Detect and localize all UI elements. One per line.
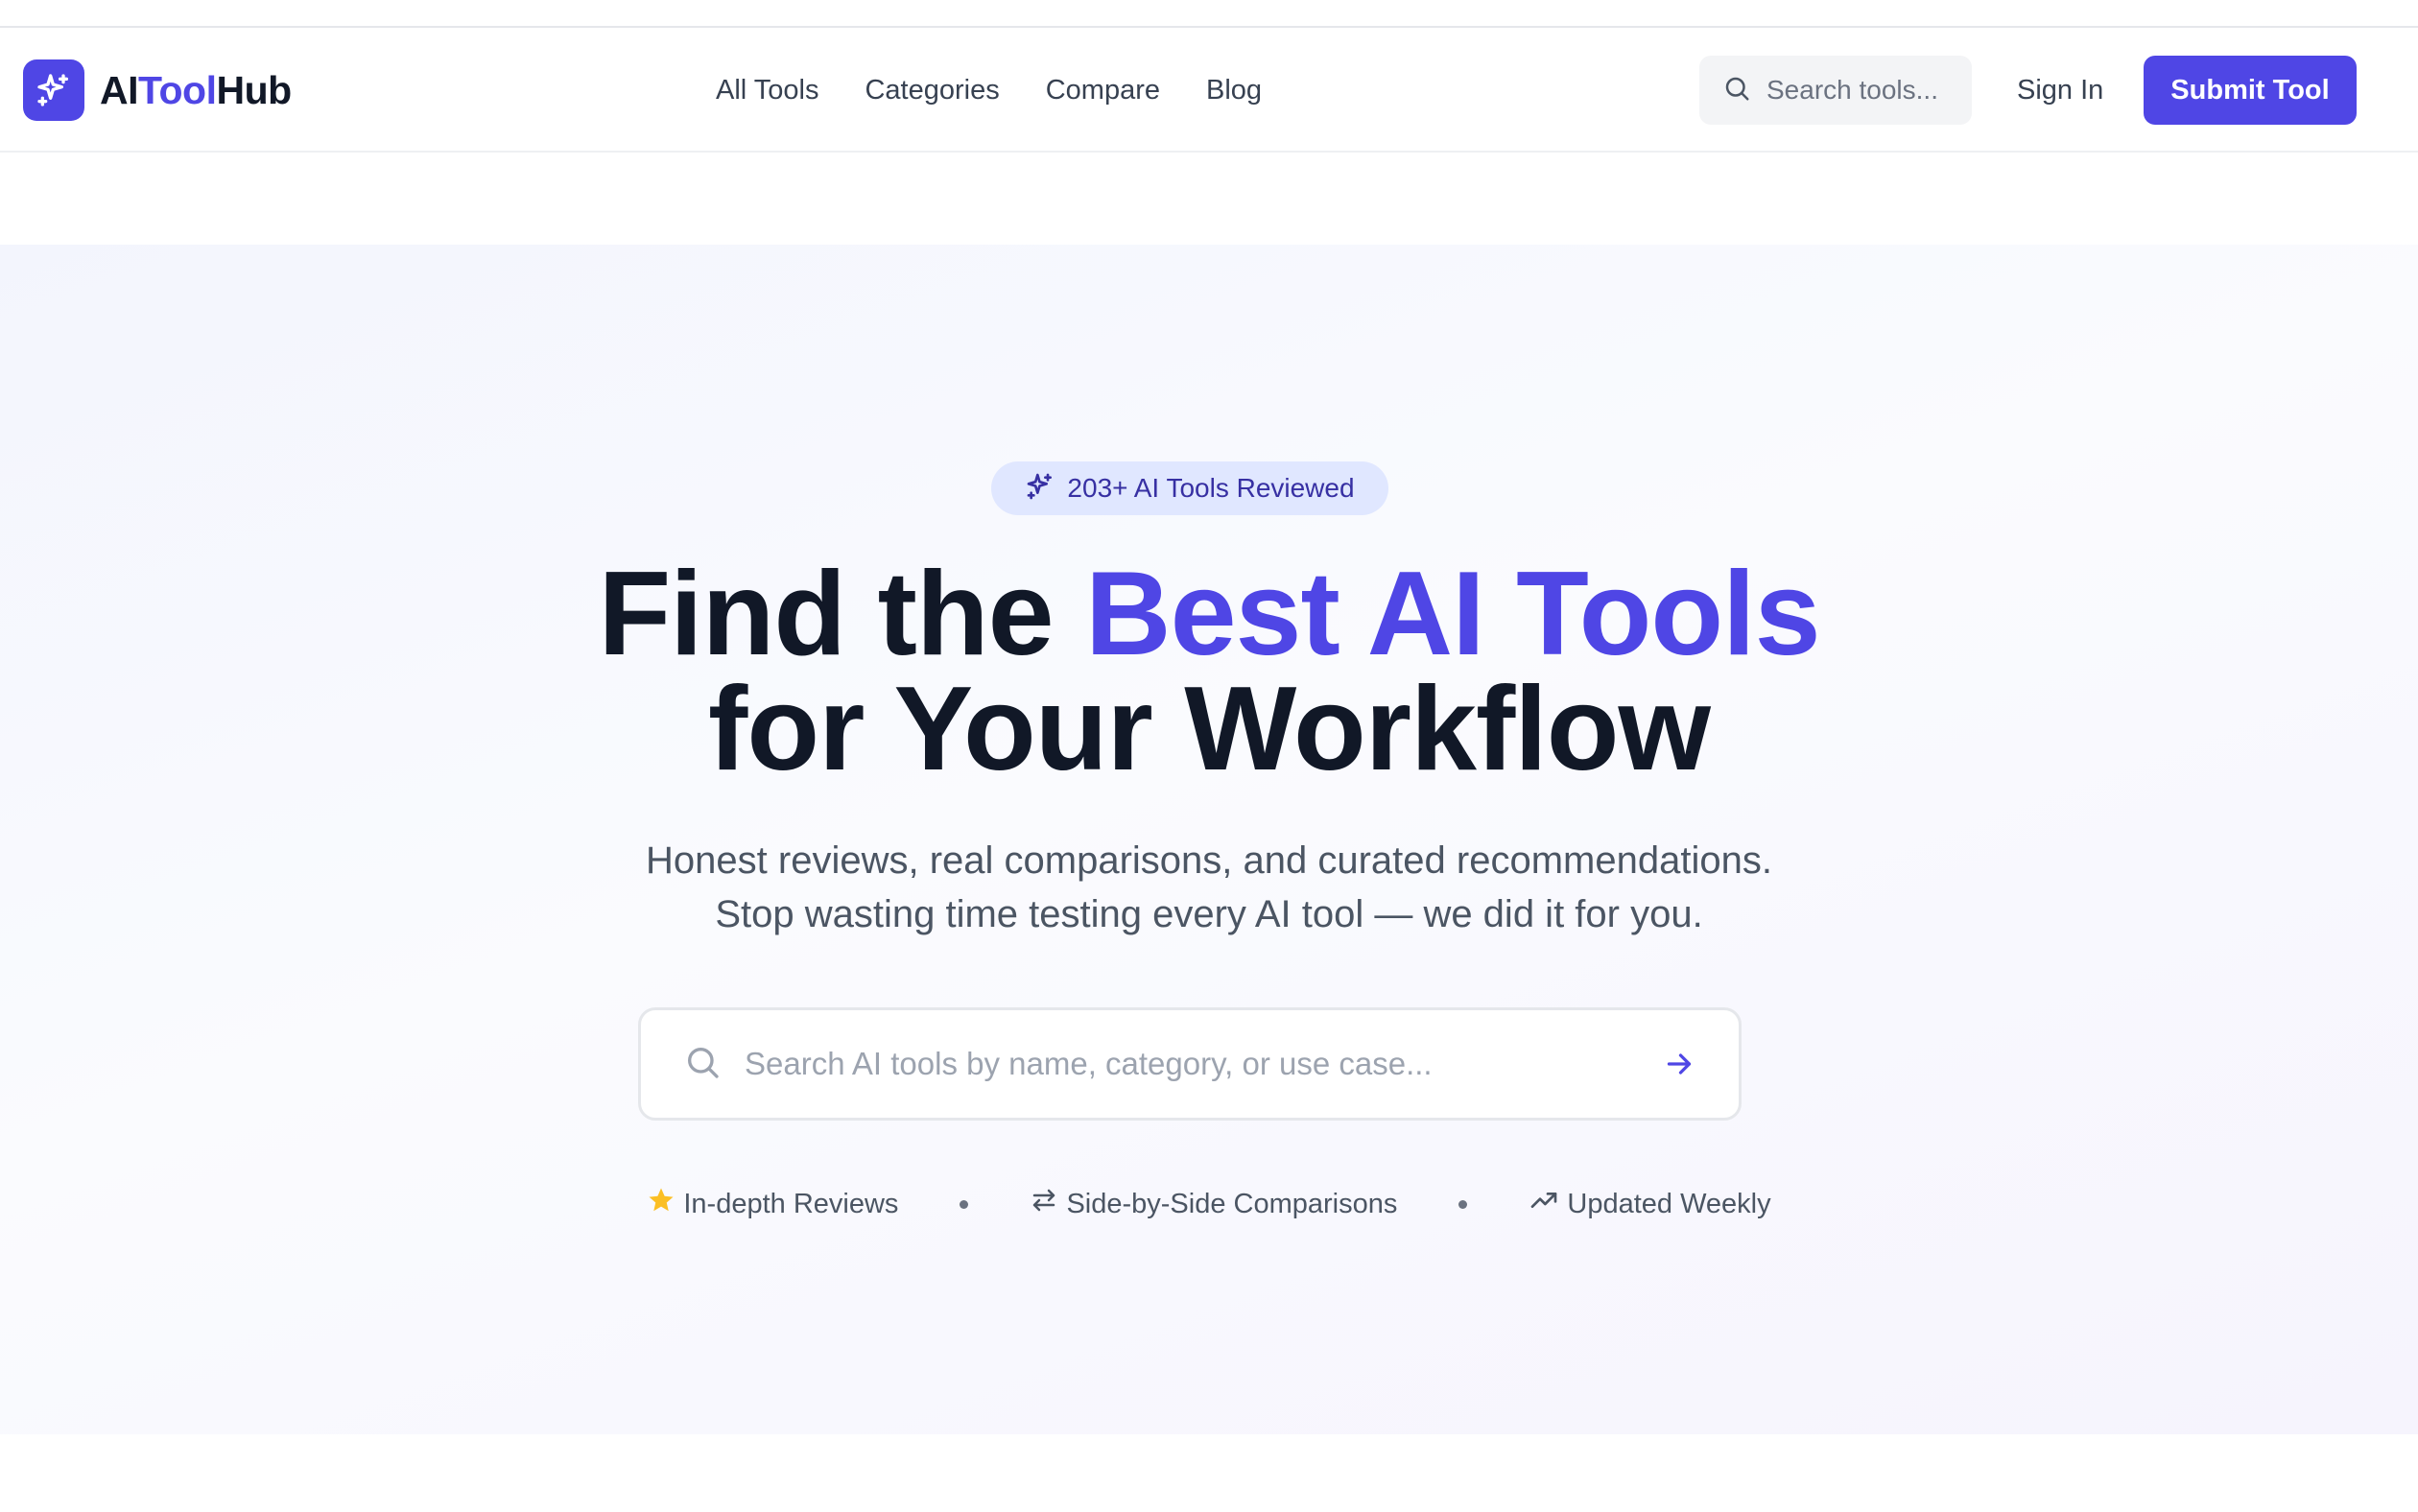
arrows-swap-icon	[1030, 1186, 1058, 1222]
nav-link-blog[interactable]: Blog	[1206, 75, 1262, 106]
tools-count-badge: 203+ AI Tools Reviewed	[991, 461, 1388, 515]
hero-title-accent: Best AI Tools	[1085, 548, 1821, 680]
search-icon	[1722, 74, 1751, 107]
nav-search-placeholder: Search tools...	[1766, 75, 1938, 105]
nav-link-categories[interactable]: Categories	[865, 75, 999, 106]
hero-subtitle-line1: Honest reviews, real comparisons, and cu…	[646, 839, 1772, 882]
feature-label: Updated Weekly	[1567, 1188, 1771, 1219]
brand-name-suffix: Hub	[216, 67, 292, 112]
feature-label: Side-by-Side Comparisons	[1066, 1188, 1398, 1219]
feature-label: In-depth Reviews	[683, 1188, 899, 1219]
badge-text: 203+ AI Tools Reviewed	[1067, 473, 1355, 503]
arrow-right-icon[interactable]	[1662, 1047, 1696, 1086]
feature-highlights: In-depth Reviews Side-by-Side Comparison…	[0, 1175, 2418, 1233]
search-icon	[683, 1043, 722, 1086]
brand-name-accent: Tool	[138, 67, 217, 112]
brand-logo[interactable]: AIToolHub	[23, 59, 292, 121]
hero-subtitle: Honest reviews, real comparisons, and cu…	[0, 834, 2418, 941]
hero-search-input[interactable]: Search AI tools by name, category, or us…	[638, 1007, 1742, 1121]
hero-subtitle-line2: Stop wasting time testing every AI tool …	[715, 893, 1703, 935]
hero-section: 203+ AI Tools Reviewed Find the Best AI …	[0, 245, 2418, 1434]
hero-title: Find the Best AI Tools for Your Workflow	[0, 555, 2418, 789]
main-nav: All Tools Categories Compare Blog	[716, 28, 1308, 153]
submit-tool-button[interactable]: Submit Tool	[2144, 56, 2357, 125]
nav-link-all-tools[interactable]: All Tools	[716, 75, 818, 106]
brand-name: AIToolHub	[100, 68, 292, 113]
sparkles-icon	[23, 59, 84, 121]
hero-title-line2: for Your Workflow	[708, 663, 1711, 795]
feature-reviews: In-depth Reviews	[647, 1186, 898, 1222]
star-icon	[647, 1186, 676, 1222]
trending-up-icon	[1529, 1185, 1559, 1223]
hero-search-placeholder: Search AI tools by name, category, or us…	[745, 1046, 1433, 1081]
top-navbar: AIToolHub All Tools Categories Compare B…	[0, 28, 2418, 153]
nav-link-compare[interactable]: Compare	[1046, 75, 1160, 106]
brand-name-prefix: AI	[100, 67, 139, 112]
sparkles-icon	[1025, 471, 1055, 507]
feature-updated: Updated Weekly	[1529, 1185, 1771, 1223]
nav-search-input[interactable]: Search tools...	[1699, 56, 1972, 125]
separator-dot	[960, 1199, 969, 1209]
hero-title-start: Find the	[598, 548, 1086, 680]
sign-in-button[interactable]: Sign In	[2017, 56, 2103, 125]
separator-dot	[1458, 1199, 1468, 1209]
browser-top-strip	[0, 0, 2418, 28]
feature-comparisons: Side-by-Side Comparisons	[1030, 1186, 1397, 1222]
